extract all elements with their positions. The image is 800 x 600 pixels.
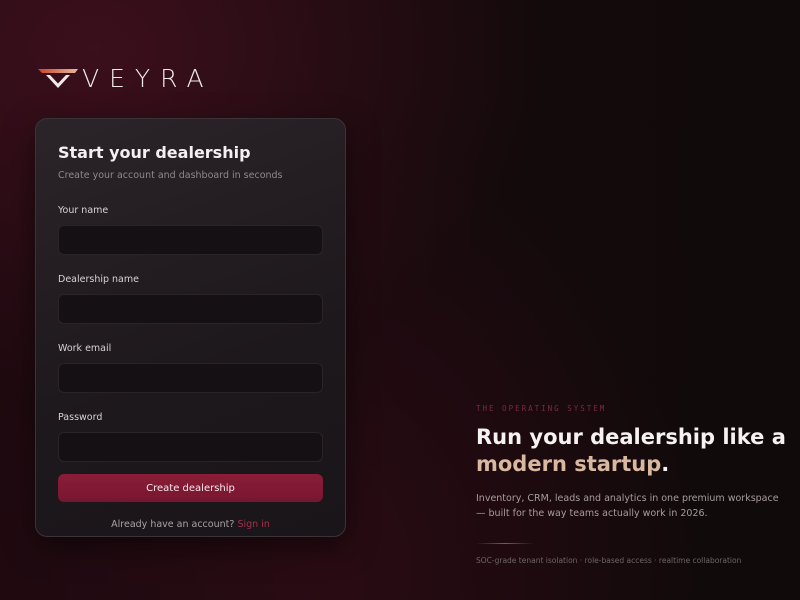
field-your-name: Your name (58, 205, 323, 255)
logo-wordmark: VEYRA (82, 63, 214, 93)
field-password: Password (58, 412, 323, 462)
veyra-logo-mark-icon (38, 69, 78, 88)
field-dealership-name: Dealership name (58, 274, 323, 324)
your-name-label: Your name (58, 205, 109, 216)
hero-eyebrow: THE OPERATING SYSTEM (476, 404, 607, 413)
field-work-email: Work email (58, 343, 323, 393)
dealership-name-input[interactable] (58, 294, 323, 324)
headline-accent: modern startup (476, 452, 662, 476)
signin-link[interactable]: Sign in (237, 519, 269, 530)
hero-features: SOC-grade tenant isolation · role-based … (476, 556, 742, 565)
form-title: Start your dealership (58, 143, 251, 162)
work-email-label: Work email (58, 343, 112, 354)
hero-divider (476, 543, 534, 544)
signup-card: Start your dealership Create your accoun… (35, 118, 346, 537)
work-email-input[interactable] (58, 363, 323, 393)
headline-prefix: Run your dealership like a (476, 425, 786, 449)
hero-headline: Run your dealership like a modern startu… (476, 424, 796, 478)
brand-logo: VEYRA (38, 62, 228, 94)
password-input[interactable] (58, 432, 323, 462)
password-label: Password (58, 412, 103, 423)
hero-description: Inventory, CRM, leads and analytics in o… (476, 493, 779, 519)
your-name-input[interactable] (58, 225, 323, 255)
form-subtitle: Create your account and dashboard in sec… (58, 170, 283, 181)
dealership-name-label: Dealership name (58, 274, 139, 285)
create-dealership-button[interactable]: Create dealership (58, 474, 323, 502)
signin-row: Already have an account? Sign in (58, 519, 323, 530)
signin-prompt: Already have an account? (111, 519, 235, 530)
headline-suffix: . (661, 452, 670, 476)
